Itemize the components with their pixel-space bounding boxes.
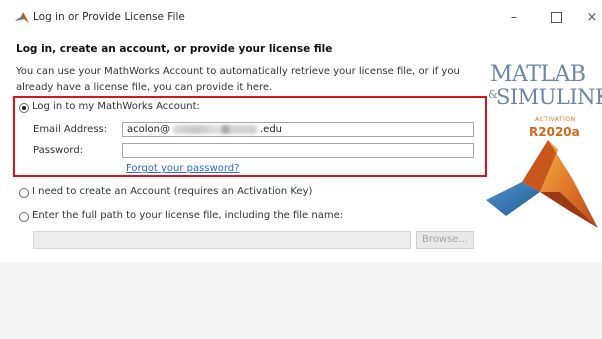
password-field[interactable] (122, 143, 474, 158)
email-label: Email Address: (33, 124, 108, 135)
login-radio[interactable] (19, 103, 29, 113)
brand-matlab-text: MATLAB (490, 62, 586, 87)
license-path-field[interactable] (33, 231, 411, 249)
license-dialog: Log in or Provide License File – × Log i… (0, 0, 602, 339)
license-file-radio-label[interactable]: Enter the full path to your license file… (32, 210, 343, 221)
brand-simulink-text: SIMULINK (496, 85, 602, 109)
email-value: acolon@ (127, 124, 170, 135)
email-domain-value: .edu (260, 124, 283, 135)
forgot-password-link[interactable]: Forgot your password? (126, 163, 239, 174)
footer-panel (0, 262, 602, 339)
minimize-button[interactable]: – (500, 7, 528, 29)
page-heading: Log in, create an account, or provide yo… (16, 43, 333, 55)
activation-label: ACTIVATION (535, 116, 576, 123)
close-button[interactable]: × (578, 7, 602, 29)
browse-button[interactable]: Browse... (416, 231, 474, 249)
matlab-peaks-logo-icon (486, 140, 598, 228)
login-radio-label[interactable]: Log in to my MathWorks Account: (32, 101, 200, 112)
window-title: Log in or Provide License File (33, 11, 185, 23)
maximize-icon (550, 12, 562, 23)
redacted-email-blur (173, 125, 257, 134)
title-bar: Log in or Provide License File – × (0, 0, 602, 34)
maximize-button[interactable] (542, 7, 570, 29)
email-field[interactable]: acolon@ .edu (122, 122, 474, 137)
license-file-radio[interactable] (19, 212, 29, 222)
create-account-radio[interactable] (19, 188, 29, 198)
password-label: Password: (33, 145, 84, 156)
description-text: You can use your MathWorks Account to au… (16, 66, 460, 93)
matlab-logo-icon (15, 12, 29, 23)
create-account-radio-label[interactable]: I need to create an Account (requires an… (32, 186, 312, 197)
